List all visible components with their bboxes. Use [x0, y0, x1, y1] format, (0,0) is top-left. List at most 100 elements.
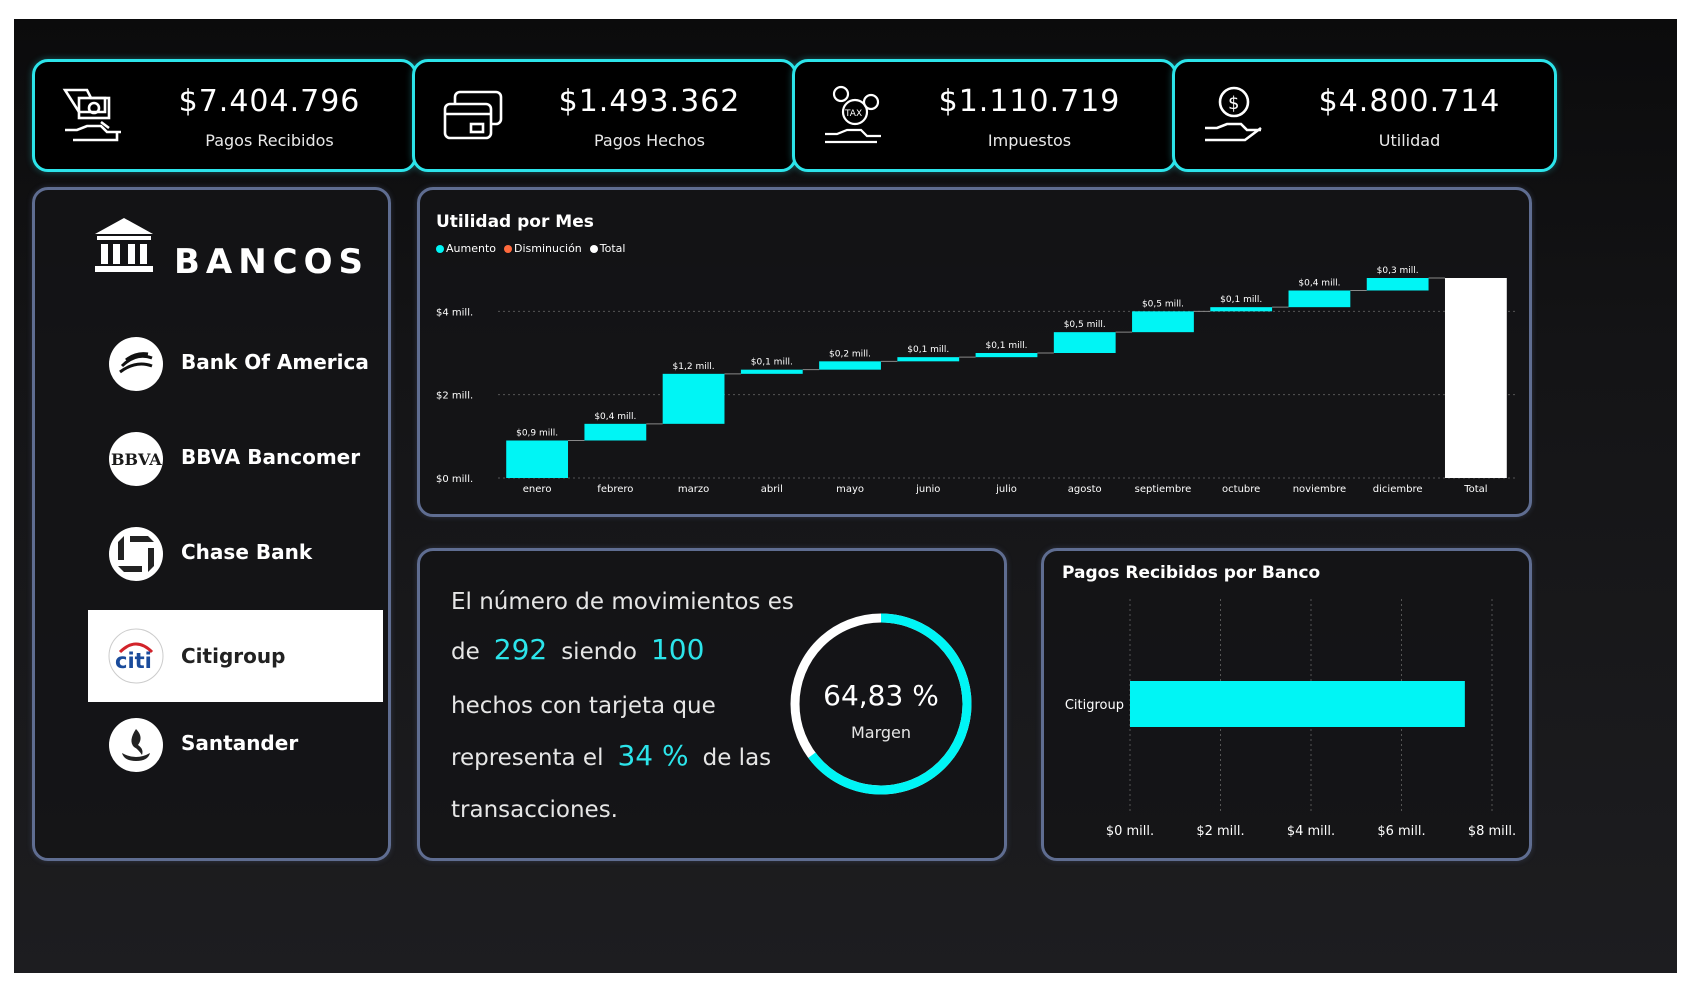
- x-tick-label: $2 mill.: [1196, 824, 1244, 839]
- summary-text: de las: [702, 745, 772, 771]
- citi-logo: citi: [108, 628, 164, 684]
- summary-line-2: de 292 siendo 100: [451, 633, 718, 666]
- x-tick-label: $6 mill.: [1377, 824, 1425, 839]
- category-label: Citigroup: [1065, 698, 1124, 713]
- bank-name: Citigroup: [181, 644, 286, 668]
- waterfall-bar: [819, 361, 881, 370]
- bank-item-bank-of-america[interactable]: Bank Of America: [88, 312, 383, 412]
- svg-text:TAX: TAX: [844, 109, 862, 119]
- waterfall-bar: [740, 369, 803, 374]
- summary-panel: El número de movimientos es de 292 siendo 1…: [417, 548, 1007, 861]
- data-label: $1,2 mill.: [673, 362, 715, 372]
- kpi-value: $7.404.796: [178, 84, 361, 119]
- data-label: $0,3 mill.: [1377, 266, 1419, 276]
- x-tick-label: julio: [995, 484, 1017, 495]
- svg-text:$: $: [1228, 93, 1239, 114]
- kpi-label: Pagos Recibidos: [205, 131, 334, 150]
- kpi-value: $1.493.362: [558, 84, 741, 119]
- bank-of-america-logo: [109, 337, 163, 391]
- waterfall-bar: [1288, 290, 1351, 308]
- credit-card-icon: [443, 90, 503, 140]
- x-tick-label: $0 mill.: [1106, 824, 1154, 839]
- waterfall-chart: $0 mill. $2 mill. $4 mill. $0,9 mill. enero $…: [436, 266, 1515, 495]
- x-tick-label: octubre: [1222, 484, 1260, 495]
- data-label: $0,2 mill.: [829, 349, 871, 359]
- x-tick-label: junio: [915, 484, 940, 495]
- x-tick-label: Total: [1463, 484, 1487, 495]
- kpi-card-pagos-hechos[interactable]: $1.493.362 Pagos Hechos: [412, 59, 797, 172]
- x-tick-label: $4 mill.: [1287, 824, 1335, 839]
- bbva-logo-text: BBVA: [111, 450, 162, 469]
- summary-text: siendo: [561, 639, 637, 665]
- summary-line-1: El número de movimientos es: [451, 589, 794, 615]
- bank-building-icon: [95, 218, 153, 272]
- x-tick-label: abril: [761, 484, 783, 495]
- kpi-label: Utilidad: [1378, 131, 1441, 150]
- card-count: 100: [650, 633, 705, 666]
- movements-count: 292: [493, 633, 548, 666]
- waterfall-bar: [584, 423, 647, 441]
- bank-item-citigroup[interactable]: citi Citigroup: [88, 610, 383, 702]
- waterfall-bar: [662, 373, 725, 424]
- dashboard: $7.404.796 Pagos Recibidos $1.493.362 Pa…: [14, 19, 1677, 973]
- x-tick-label: febrero: [597, 484, 633, 495]
- banks-panel: BANCOS Bank Of America BBVA BBVA Bancome…: [32, 187, 391, 861]
- bank-payments-panel: Pagos Recibidos por Banco $0 mill. $2 mil…: [1041, 548, 1532, 861]
- card-percent: 34 %: [617, 739, 689, 772]
- y-tick-label: $0 mill.: [436, 474, 473, 485]
- gauge-label: Margen: [850, 723, 912, 742]
- kpi-label: Pagos Hechos: [593, 131, 706, 150]
- waterfall-bar: [1132, 311, 1194, 333]
- kpi-value: $4.800.714: [1318, 84, 1501, 119]
- bank-name: Chase Bank: [181, 540, 313, 564]
- x-tick-label: $8 mill.: [1468, 824, 1516, 839]
- waterfall-bar: [975, 353, 1038, 358]
- bank-item-bbva[interactable]: BBVA BBVA Bancomer: [88, 407, 383, 507]
- summary-text: de: [451, 639, 480, 665]
- summary-line-4: representa el 34 % de las: [451, 739, 771, 772]
- banks-title: BANCOS: [174, 242, 370, 282]
- waterfall-bar: [1444, 278, 1507, 478]
- kpi-card-utilidad[interactable]: $ $4.800.714 Utilidad: [1172, 59, 1557, 172]
- data-label: $0,1 mill.: [751, 358, 793, 368]
- bank-name: Bank Of America: [181, 350, 369, 374]
- chase-logo: [109, 527, 163, 581]
- data-label: $0,1 mill.: [985, 341, 1027, 351]
- kpi-value: $1.110.719: [938, 84, 1121, 119]
- x-tick-label: diciembre: [1373, 484, 1423, 495]
- waterfall-bar: [897, 357, 960, 362]
- bank-item-santander[interactable]: Santander: [88, 693, 383, 793]
- bank-payments-chart: $0 mill. $2 mill. $4 mill. $6 mill. $8 mill.…: [1065, 599, 1516, 839]
- data-label: $0,1 mill.: [1220, 295, 1262, 305]
- y-tick-label: $2 mill.: [436, 391, 473, 402]
- summary-text: representa el: [451, 745, 604, 771]
- x-tick-label: marzo: [678, 484, 709, 495]
- santander-logo: [109, 718, 163, 772]
- kpi-card-pagos-recibidos[interactable]: $7.404.796 Pagos Recibidos: [32, 59, 417, 172]
- x-tick-label: septiembre: [1135, 484, 1192, 495]
- y-tick-label: $4 mill.: [436, 307, 473, 318]
- waterfall-bar: [506, 440, 569, 478]
- bar: [1130, 681, 1465, 727]
- tax-hand-icon: TAX: [825, 85, 881, 144]
- waterfall-panel: Utilidad por Mes Aumento Disminución Tot…: [417, 187, 1532, 517]
- data-label: $0,1 mill.: [907, 345, 949, 355]
- summary-line-3: hechos con tarjeta que: [451, 693, 716, 719]
- summary-line-5: transacciones.: [451, 797, 618, 823]
- kpi-card-impuestos[interactable]: TAX $1.110.719 Impuestos: [792, 59, 1177, 172]
- bank-name: Santander: [181, 731, 299, 755]
- gauge-value: 64,83 %: [823, 679, 939, 712]
- data-label: $0,9 mill.: [516, 429, 558, 439]
- x-tick-label: enero: [523, 484, 552, 495]
- dollar-hand-icon: $: [1205, 86, 1262, 142]
- x-tick-label: agosto: [1068, 484, 1102, 495]
- waterfall-bar: [1053, 332, 1116, 353]
- waterfall-bar: [1366, 278, 1429, 291]
- bbva-logo: BBVA: [109, 432, 163, 486]
- data-label: $0,4 mill.: [594, 412, 636, 422]
- bank-item-chase[interactable]: Chase Bank: [88, 502, 383, 602]
- data-label: $0,5 mill.: [1142, 299, 1184, 309]
- x-tick-label: noviembre: [1293, 484, 1346, 495]
- x-tick-label: mayo: [836, 484, 864, 495]
- waterfall-bar: [1210, 307, 1273, 312]
